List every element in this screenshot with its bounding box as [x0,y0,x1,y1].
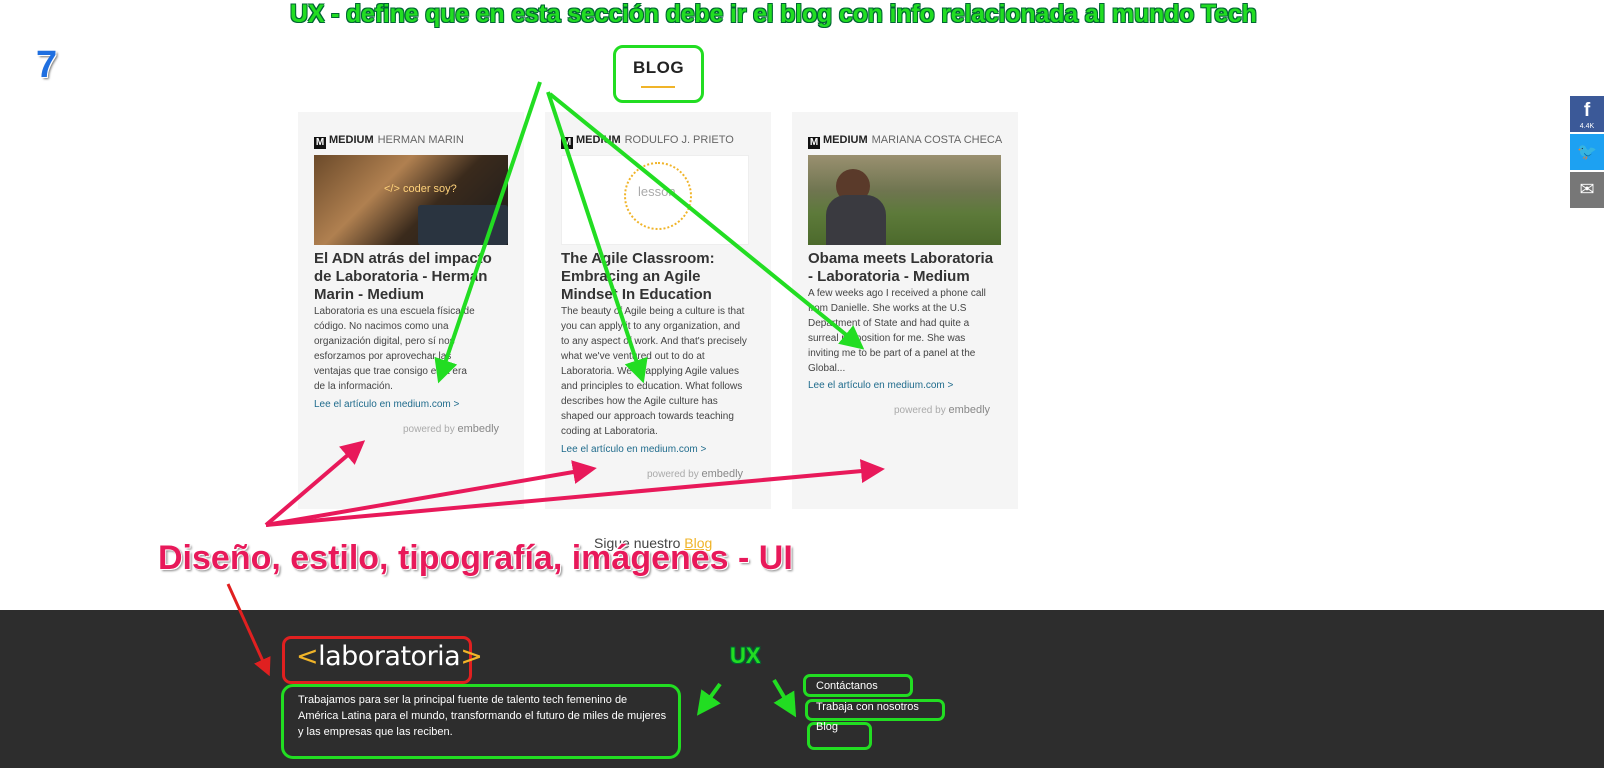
share-email-button[interactable]: ✉ [1570,172,1604,208]
medium-icon: M [314,137,326,149]
card-source: M MEDIUM RODULFO J. PRIETO [561,134,734,149]
powered-by: powered by embedly [647,468,744,480]
title-underline [641,86,675,88]
share-twitter-button[interactable]: 🐦 [1570,134,1604,170]
person-body-shape [826,195,886,245]
footer-link-blog[interactable]: Blog [816,721,838,733]
card-description: Laboratoria es una escuela física de cód… [314,306,475,392]
card-title[interactable]: The Agile Classroom: Embracing an Agile … [561,250,751,304]
section-title: BLOG [632,58,685,77]
step-number: 7 [36,44,58,86]
card-description: A few weeks ago I received a phone call … [808,288,986,374]
laptop-shape [418,205,508,245]
medium-icon: M [561,137,573,149]
blog-card-1[interactable]: M MEDIUM HERMAN MARIN </> coder soy? El AD… [298,112,524,509]
share-facebook-button[interactable]: f 4.4K [1570,96,1604,132]
footer-logo[interactable]: <laboratoria> [296,641,483,672]
facebook-icon: f [1583,100,1591,121]
ux-annotation-title: UX - define que en esta sección debe ir … [290,0,1257,28]
image-caption: </> coder soy? [384,183,457,195]
ux-annotation-footer: UX [730,643,761,668]
footer-link-jobs[interactable]: Trabaja con nosotros [816,701,919,713]
blog-card-3[interactable]: M MEDIUM MARIANA COSTA CHECA Obama meets L… [792,112,1018,509]
card-title[interactable]: El ADN atrás del impacto de Laboratoria … [314,250,508,304]
medium-icon: M [808,137,820,149]
card-image[interactable]: </> coder soy? [314,155,508,245]
card-author: MARIANA COSTA CHECA [871,134,1003,146]
footer [0,610,1604,768]
card-image[interactable]: lesson [561,155,749,245]
card-read-link[interactable]: Lee el artículo en medium.com > [808,380,953,391]
card-description: The beauty of Agile being a culture is t… [561,306,747,437]
share-count: 4.4K [1579,123,1595,130]
powered-by: powered by embedly [894,404,991,416]
powered-by: powered by embedly [403,423,500,435]
twitter-icon: 🐦 [1577,144,1597,161]
footer-description: Trabajamos para ser la principal fuente … [298,694,667,738]
card-author: RODULFO J. PRIETO [624,134,734,146]
card-image[interactable] [808,155,1001,245]
ui-annotation: Diseño, estilo, tipografía, imágenes - U… [158,539,793,577]
image-caption: lesson [638,184,676,199]
card-source: M MEDIUM MARIANA COSTA CHECA [808,134,1003,149]
card-source: M MEDIUM HERMAN MARIN [314,134,464,149]
card-read-link[interactable]: Lee el artículo en medium.com > [314,399,459,410]
footer-link-contact[interactable]: Contáctanos [816,680,878,692]
card-title[interactable]: Obama meets Laboratoria - Laboratoria - … [808,250,1002,286]
email-icon: ✉ [1579,179,1595,199]
card-read-link[interactable]: Lee el artículo en medium.com > [561,444,706,455]
blog-card-2[interactable]: M MEDIUM RODULFO J. PRIETO lesson The Agil… [545,112,771,509]
card-author: HERMAN MARIN [377,134,464,146]
